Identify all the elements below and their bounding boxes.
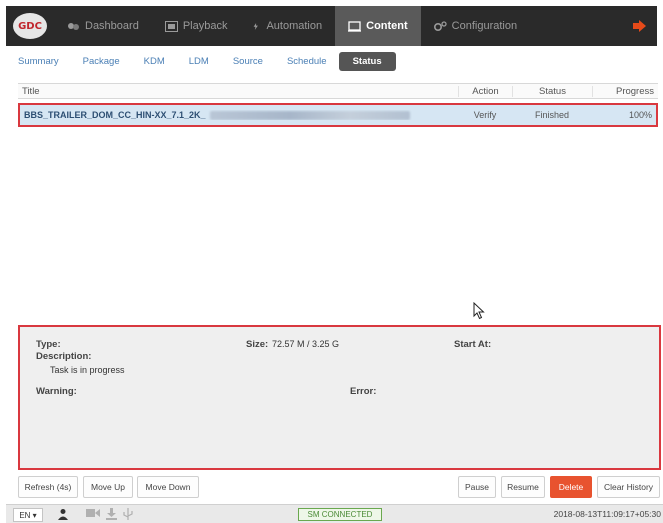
column-header-title[interactable]: Title	[18, 86, 458, 97]
status-bar: EN ▾ SM CONNECTED 2018-08-13T11:09:17+05…	[6, 504, 663, 523]
move-up-button[interactable]: Move Up	[83, 476, 133, 498]
delete-button[interactable]: Delete	[550, 476, 592, 498]
download-glyph	[106, 508, 117, 520]
top-nav-bar: GDC Dashboard Playback Automation Conten…	[6, 6, 657, 46]
column-header-progress[interactable]: Progress	[592, 85, 658, 97]
nav-playback[interactable]: Playback	[152, 6, 241, 46]
video-icon	[86, 508, 100, 521]
logout-button[interactable]	[623, 6, 657, 46]
tab-source[interactable]: Source	[221, 52, 275, 71]
nav-content-label: Content	[366, 20, 408, 32]
nav-dashboard-label: Dashboard	[85, 20, 139, 32]
nav-playback-label: Playback	[182, 20, 228, 32]
nav-automation-label: Automation	[266, 20, 323, 32]
tab-schedule[interactable]: Schedule	[275, 52, 339, 71]
video-glyph	[86, 509, 100, 517]
tab-package[interactable]: Package	[71, 52, 132, 71]
download-icon	[106, 508, 117, 523]
usb-glyph	[123, 508, 133, 520]
dashboard-icon	[68, 22, 79, 30]
logout-icon	[633, 20, 646, 32]
error-label: Error:	[350, 386, 377, 397]
content-subtabs: Summary Package KDM LDM Source Schedule …	[6, 50, 396, 72]
description-value: Task is in progress	[50, 365, 125, 375]
tab-kdm[interactable]: KDM	[132, 52, 177, 71]
row-title-cell: BBS_TRAILER_DOM_CC_HIN-XX_7.1_2K_	[20, 110, 458, 120]
column-header-status[interactable]: Status	[512, 85, 592, 97]
nav-content[interactable]: Content	[335, 6, 421, 46]
gears-icon	[433, 20, 447, 31]
description-label: Description:	[36, 351, 92, 362]
connection-status-badge: SM CONNECTED	[298, 508, 382, 521]
nav-automation[interactable]: Automation	[240, 6, 335, 46]
clear-history-button[interactable]: Clear History	[597, 476, 660, 498]
row-status: Finished	[534, 110, 570, 120]
nav-configuration-label: Configuration	[451, 20, 518, 32]
nav-dashboard[interactable]: Dashboard	[54, 6, 152, 46]
table-header: Title Action Status Progress	[18, 83, 658, 99]
column-header-action[interactable]: Action	[458, 85, 512, 97]
language-select[interactable]: EN ▾	[13, 508, 43, 522]
size-label: Size:	[246, 339, 269, 350]
row-progress: 100%	[628, 110, 652, 120]
start-at-label: Start At:	[454, 339, 492, 350]
content-icon	[348, 20, 362, 32]
logo-badge: GDC	[13, 13, 47, 39]
type-label: Type:	[36, 339, 61, 350]
refresh-button[interactable]: Refresh (4s)	[18, 476, 78, 498]
table-row[interactable]: BBS_TRAILER_DOM_CC_HIN-XX_7.1_2K_ Verify…	[18, 103, 658, 127]
mouse-cursor-icon	[473, 302, 485, 320]
bolt-icon	[254, 22, 259, 30]
datetime-display: 2018-08-13T11:09:17+05:30	[553, 509, 661, 519]
task-details-panel: Type: Description: Task is in progress S…	[18, 325, 661, 470]
usb-icon	[123, 508, 133, 523]
redacted-title-suffix	[209, 110, 410, 120]
tab-status[interactable]: Status	[338, 51, 396, 71]
status-table: Title Action Status Progress BBS_TRAILER…	[18, 83, 658, 127]
resume-button[interactable]: Resume	[501, 476, 545, 498]
size-value: 72.57 M / 3.25 G	[272, 339, 340, 349]
row-title: BBS_TRAILER_DOM_CC_HIN-XX_7.1_2K_	[24, 110, 206, 120]
tab-summary[interactable]: Summary	[6, 52, 71, 71]
move-down-button[interactable]: Move Down	[137, 476, 199, 498]
user-icon[interactable]	[58, 508, 68, 523]
film-icon	[164, 20, 178, 32]
nav-configuration[interactable]: Configuration	[421, 6, 530, 46]
pause-button[interactable]: Pause	[458, 476, 496, 498]
row-action: Verify	[473, 110, 497, 120]
warning-label: Warning:	[36, 386, 77, 397]
gdc-logo[interactable]: GDC	[6, 6, 54, 46]
user-glyph	[58, 509, 68, 520]
tab-ldm[interactable]: LDM	[177, 52, 221, 71]
